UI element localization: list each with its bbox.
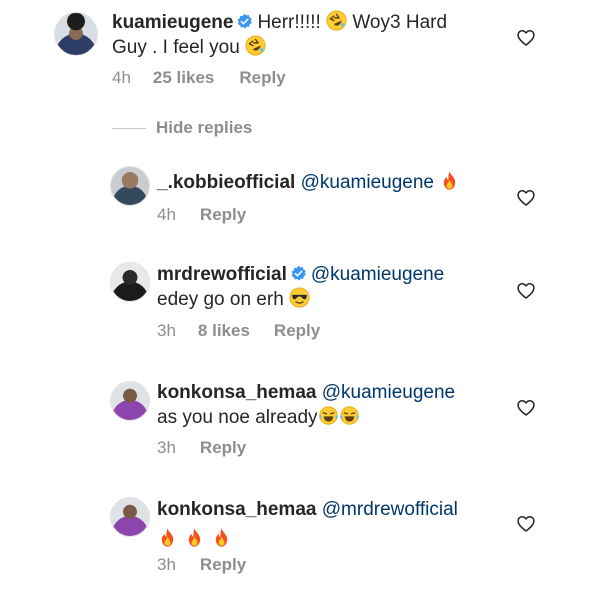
comment-meta: 3h Reply (157, 555, 246, 575)
reply-button[interactable]: Reply (200, 205, 246, 225)
comment-time: 3h (157, 438, 176, 457)
tears-of-joy-emoji-icon (318, 405, 339, 426)
tears-of-joy-emoji-icon (339, 405, 360, 426)
avatar[interactable] (110, 166, 150, 206)
like-heart-icon[interactable] (516, 514, 536, 534)
like-heart-icon[interactable] (516, 281, 536, 301)
avatar[interactable] (54, 12, 98, 56)
avatar[interactable] (110, 262, 150, 302)
sunglasses-emoji-icon (289, 287, 310, 308)
comment-time: 4h (157, 205, 176, 224)
likes-count[interactable]: 25 likes (153, 68, 214, 88)
comment-text: konkonsa_hemaa @mrdrewofficial (157, 497, 517, 552)
comment-body-continued: Woy3 Hard (352, 12, 448, 33)
fire-emoji-icon (439, 170, 460, 191)
like-heart-icon[interactable] (516, 188, 536, 208)
comment-text: kuamieugene Herr!!!!! Woy3 Hard Guy . I f… (112, 10, 492, 60)
fire-emoji-icon (184, 527, 205, 548)
reply-button[interactable]: Reply (274, 321, 320, 341)
verified-icon (236, 13, 253, 30)
username[interactable]: mrdrewofficial (157, 264, 287, 285)
comment-meta: 3h Reply (157, 438, 246, 458)
comment-text: konkonsa_hemaa @kuamieugene as you noe a… (157, 380, 517, 430)
avatar[interactable] (110, 497, 150, 537)
avatar[interactable] (110, 381, 150, 421)
comment-time: 3h (157, 321, 176, 340)
comment-meta: 4h 25 likes Reply (112, 68, 286, 88)
comment-meta: 4h Reply (157, 205, 246, 225)
rofl-emoji-icon (245, 35, 266, 56)
hide-replies-divider (112, 127, 146, 129)
likes-count[interactable]: 8 likes (198, 321, 250, 341)
username[interactable]: konkonsa_hemaa (157, 382, 316, 403)
fire-emoji-icon (157, 527, 178, 548)
mention-link[interactable]: @kuamieugene (301, 172, 434, 193)
comment-body: edey go on erh (157, 289, 284, 310)
verified-icon (290, 265, 307, 282)
mention-link[interactable]: @kuamieugene (311, 264, 444, 285)
comment-body-line2: Guy . I feel you (112, 37, 240, 58)
comment-time: 4h (112, 68, 131, 87)
rofl-emoji-icon (326, 10, 347, 31)
comment-meta: 3h 8 likes Reply (157, 321, 320, 341)
hide-replies-toggle[interactable]: Hide replies (112, 118, 252, 138)
reply-button[interactable]: Reply (239, 68, 285, 88)
hide-replies-label[interactable]: Hide replies (156, 118, 252, 138)
username[interactable]: _.kobbieofficial (157, 172, 295, 193)
mention-link[interactable]: @kuamieugene (322, 382, 455, 403)
comment-time: 3h (157, 555, 176, 574)
mention-link[interactable]: @mrdrewofficial (322, 499, 458, 520)
reply-button[interactable]: Reply (200, 555, 246, 575)
reply-button[interactable]: Reply (200, 438, 246, 458)
comment-text: _.kobbieofficial @kuamieugene (157, 170, 517, 195)
comment-body: as you noe already (157, 407, 318, 428)
like-heart-icon[interactable] (516, 398, 536, 418)
comment-body: Herr!!!!! (257, 12, 321, 33)
fire-emoji-icon (211, 527, 232, 548)
like-heart-icon[interactable] (516, 28, 536, 48)
username[interactable]: kuamieugene (112, 12, 233, 33)
username[interactable]: konkonsa_hemaa (157, 499, 316, 520)
comment-text: mrdrewofficial @kuamieugene edey go on er… (157, 262, 517, 312)
